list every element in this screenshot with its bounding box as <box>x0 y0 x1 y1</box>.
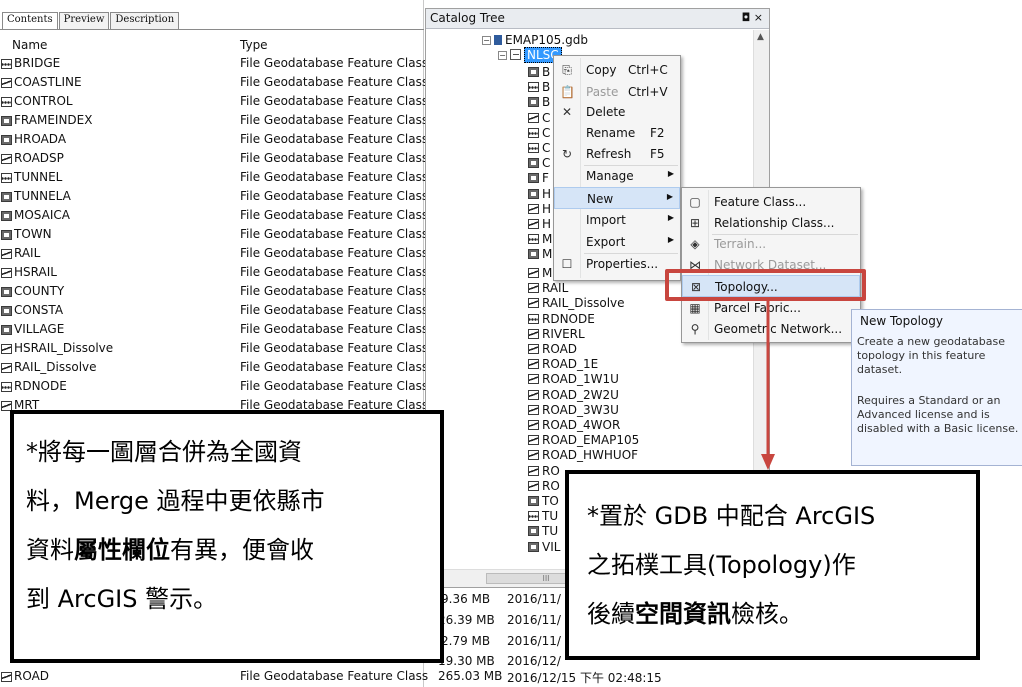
callout-line: *置於 GDB 中配合 ArcGIS <box>587 502 876 530</box>
callout-text: 檢核。 <box>731 600 803 628</box>
callout-line: 後續空間資訊檢核。 <box>587 590 966 639</box>
callout-line: 之拓樸工具(Topology)作 <box>587 551 856 579</box>
annotation-callout-topology: *置於 GDB 中配合 ArcGIS 之拓樸工具(Topology)作 後續空間… <box>565 470 980 660</box>
callout-line: 料，Merge 過程中更依縣市 <box>26 487 325 515</box>
callout-text: 有異，便會收 <box>170 536 314 564</box>
callout-emphasis: 空間資訊 <box>635 600 731 628</box>
callout-line: 到 ArcGIS 警示。 <box>26 585 218 613</box>
callout-text: 後續 <box>587 600 635 628</box>
callout-line: 資料屬性欄位有異，便會收 <box>26 526 430 575</box>
callout-line: *將每一圖層合併為全國資 <box>26 438 302 466</box>
annotation-callout-merge: *將每一圖層合併為全國資 料，Merge 過程中更依縣市 資料屬性欄位有異，便會… <box>10 410 444 663</box>
callout-text: 資料 <box>26 536 74 564</box>
callout-emphasis: 屬性欄位 <box>74 536 170 564</box>
